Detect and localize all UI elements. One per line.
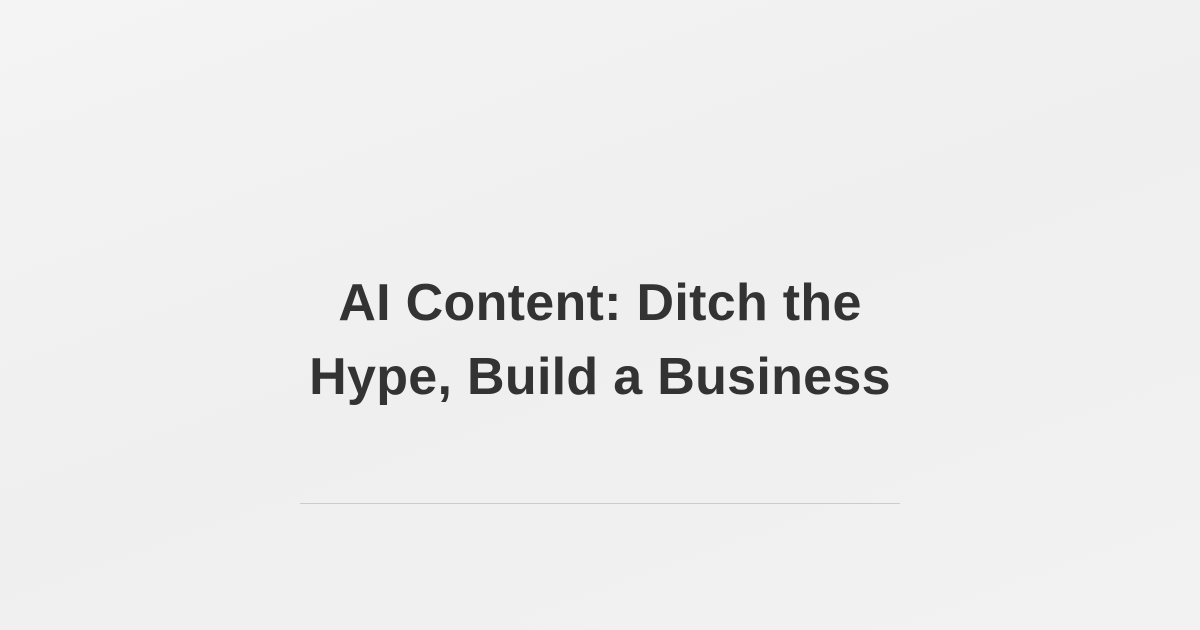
divider-line (300, 503, 900, 504)
social-share-card: AI Content: Ditch the Hype, Build a Busi… (0, 0, 1200, 630)
title-line-2: Hype, Build a Business (309, 348, 891, 406)
title-line-1: AI Content: Ditch the (338, 274, 862, 332)
page-title: AI Content: Ditch the Hype, Build a Busi… (0, 266, 1200, 414)
